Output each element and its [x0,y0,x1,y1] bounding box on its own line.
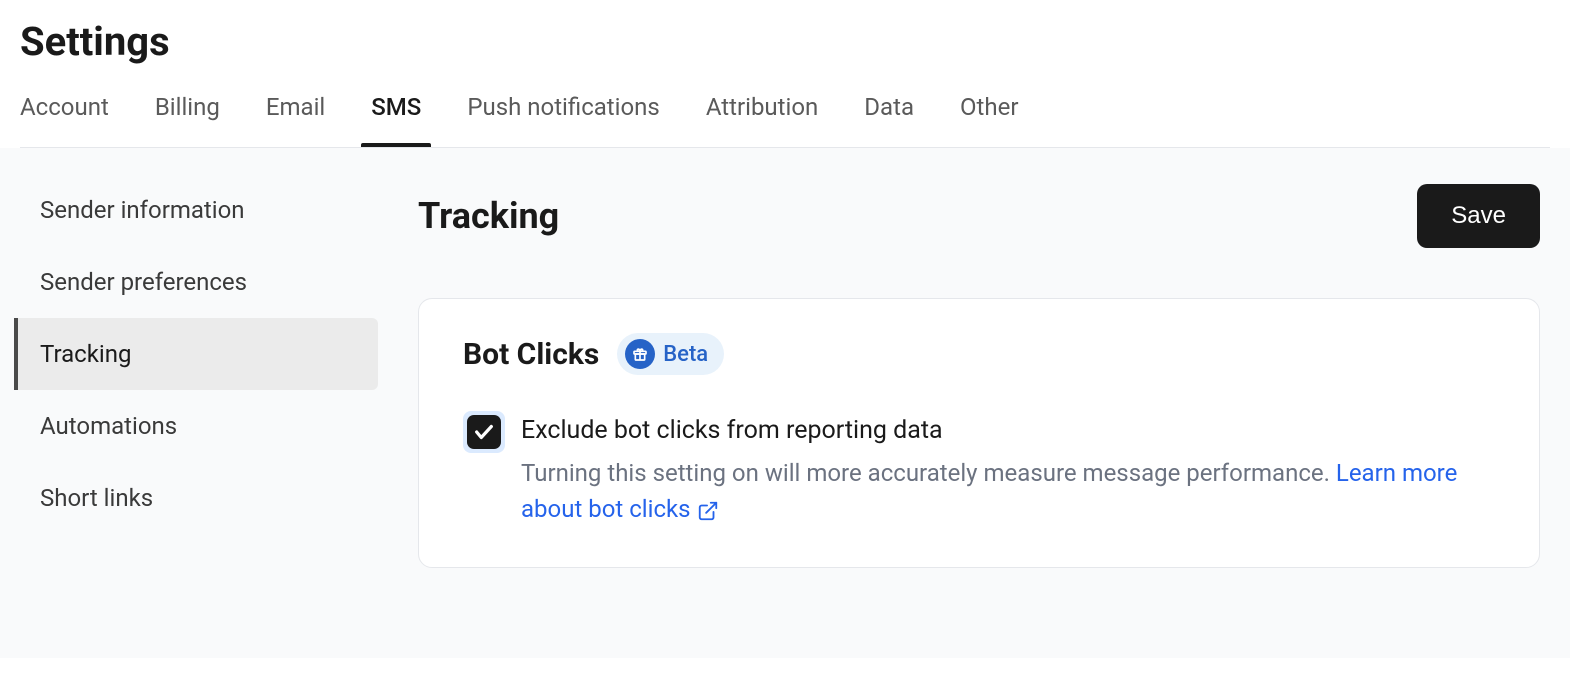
beta-badge: Beta [617,333,724,375]
sidebar-item-automations[interactable]: Automations [14,390,378,462]
checkbox-description: Turning this setting on will more accura… [521,455,1495,527]
checkmark-icon [473,421,495,443]
card-title: Bot Clicks [463,337,599,372]
beta-label: Beta [663,342,708,367]
tab-data[interactable]: Data [864,93,914,147]
gift-icon [625,339,655,369]
section-title: Tracking [418,195,559,237]
page-title: Settings [20,18,1550,65]
settings-tabs: Account Billing Email SMS Push notificat… [20,93,1550,148]
tab-other[interactable]: Other [960,93,1018,147]
bot-clicks-card: Bot Clicks Beta [418,298,1540,568]
save-button[interactable]: Save [1417,184,1540,248]
sidebar-item-sender-preferences[interactable]: Sender preferences [14,246,378,318]
tab-account[interactable]: Account [20,93,109,147]
exclude-bot-clicks-checkbox[interactable] [467,415,501,449]
tab-sms[interactable]: SMS [371,93,421,147]
external-link-icon [697,500,719,522]
tab-push-notifications[interactable]: Push notifications [467,93,660,147]
checkbox-description-text: Turning this setting on will more accura… [521,459,1336,487]
sidebar: Sender information Sender preferences Tr… [0,148,378,618]
sidebar-item-tracking[interactable]: Tracking [14,318,378,390]
checkbox-label: Exclude bot clicks from reporting data [521,411,1495,451]
sidebar-item-short-links[interactable]: Short links [14,462,378,534]
tab-attribution[interactable]: Attribution [706,93,818,147]
tab-email[interactable]: Email [266,93,325,147]
tab-billing[interactable]: Billing [155,93,220,147]
sidebar-item-sender-information[interactable]: Sender information [14,174,378,246]
